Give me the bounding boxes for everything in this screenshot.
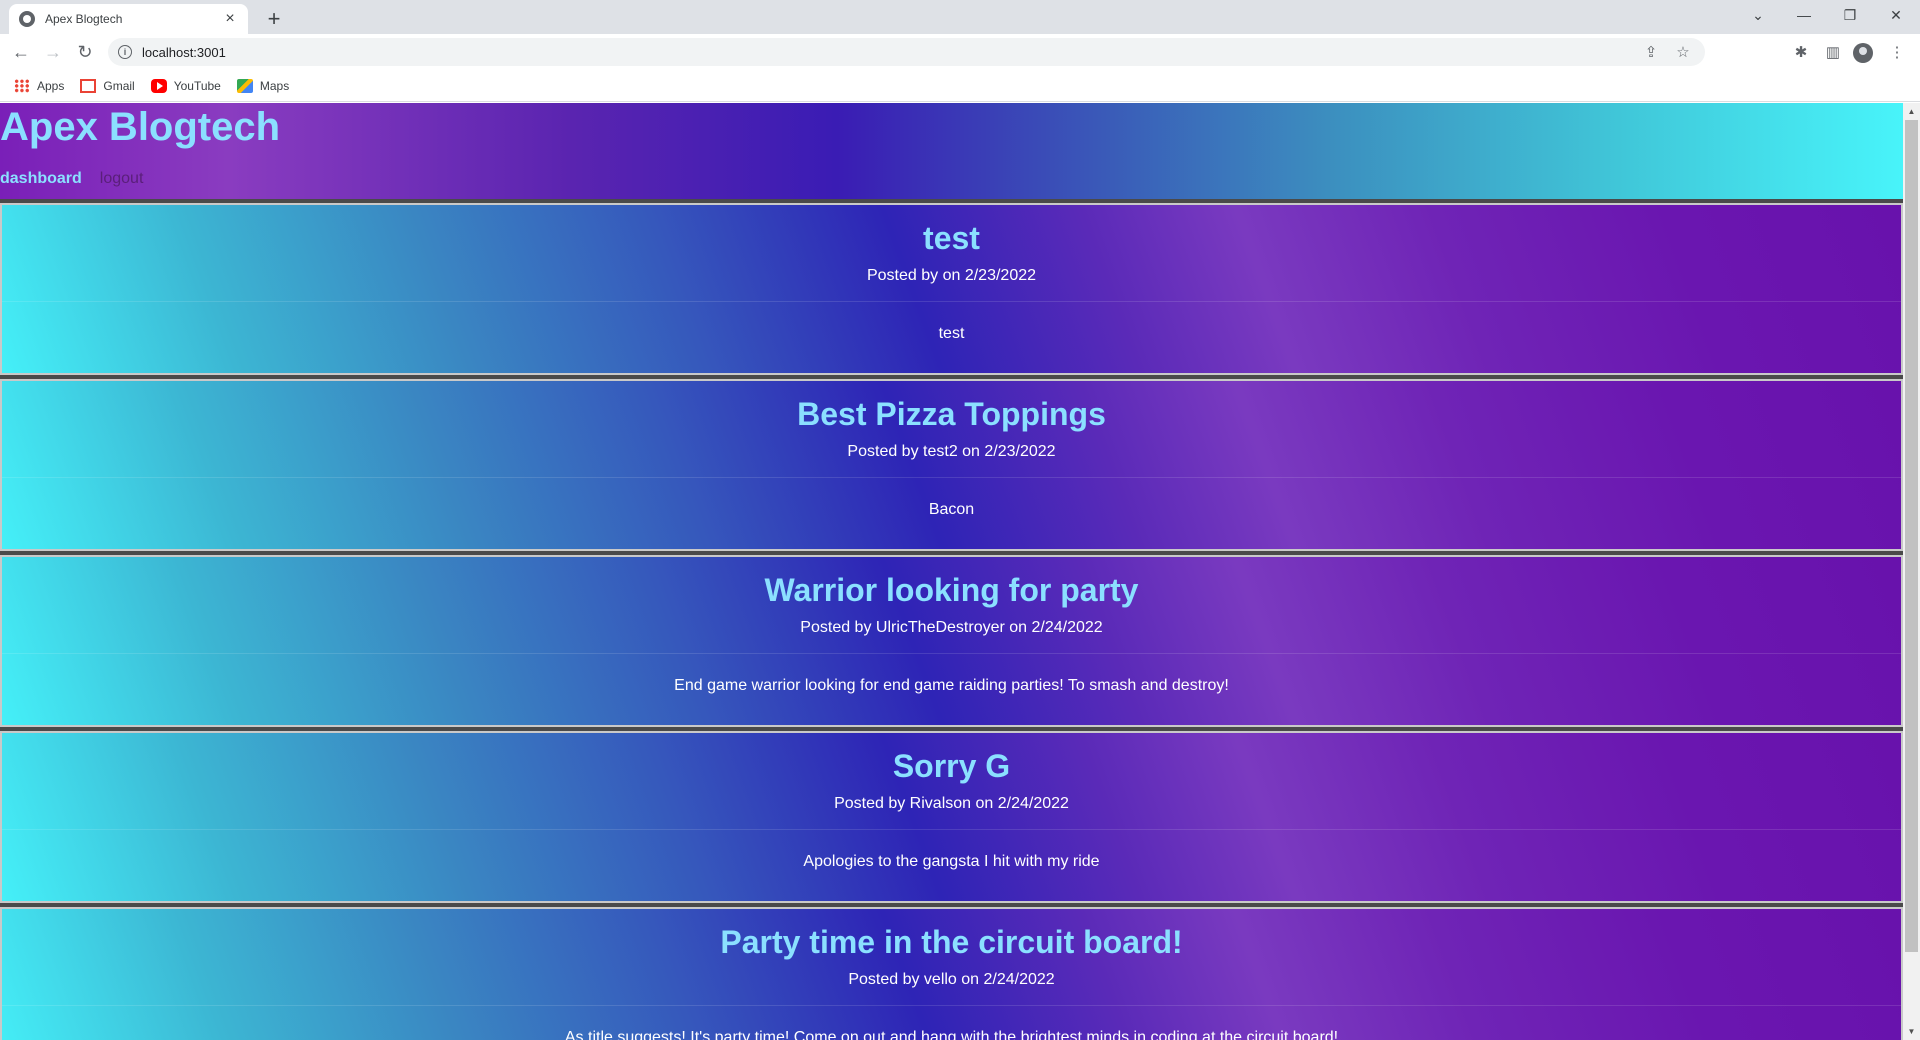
scroll-thumb[interactable]: [1905, 120, 1918, 952]
close-tab-icon[interactable]: ×: [222, 11, 238, 27]
post-title[interactable]: Party time in the circuit board!: [2, 923, 1901, 961]
share-icon[interactable]: ⇪: [1637, 38, 1665, 66]
bookmark-label: Apps: [37, 78, 65, 93]
dashboard-link[interactable]: dashboard: [0, 167, 82, 191]
bookmark-label: Maps: [259, 78, 290, 93]
scroll-up-arrow-icon[interactable]: ▲: [1903, 103, 1920, 120]
tab-title: Apex Blogtech: [45, 12, 123, 26]
page-viewport: Apex Blogtech dashboard logout test Post…: [0, 103, 1903, 1040]
post-meta: Posted by vello on 2/24/2022: [848, 971, 1055, 988]
post-header: test Posted by on 2/23/2022: [2, 205, 1901, 302]
post-card[interactable]: Best Pizza Toppings Posted by test2 on 2…: [0, 379, 1903, 551]
browser-toolbar: ← → ↻ i localhost:3001 ⇪ ☆ ✱ ▥ ⋮: [0, 34, 1920, 70]
extensions-icon[interactable]: ✱: [1787, 38, 1815, 66]
bookmark-youtube[interactable]: YouTube: [150, 78, 221, 93]
new-tab-button[interactable]: +: [260, 5, 288, 33]
youtube-icon: [150, 78, 167, 93]
back-icon[interactable]: ←: [7, 38, 35, 66]
site-nav: dashboard logout: [0, 167, 161, 191]
maps-icon: [236, 78, 253, 93]
tab-search-icon[interactable]: ⌄: [1738, 0, 1778, 30]
restore-icon[interactable]: ❐: [1830, 0, 1870, 30]
post-title[interactable]: test: [2, 219, 1901, 257]
post-title[interactable]: Sorry G: [2, 747, 1901, 785]
scroll-down-arrow-icon[interactable]: ▼: [1903, 1023, 1920, 1040]
bookmark-apps[interactable]: Apps: [14, 78, 65, 93]
post-meta: Posted by UlricTheDestroyer on 2/24/2022: [800, 619, 1103, 636]
post-meta: Posted by test2 on 2/23/2022: [847, 443, 1056, 460]
page-scrollbar[interactable]: ▲ ▼: [1903, 103, 1920, 1040]
bookmark-label: YouTube: [173, 78, 221, 93]
browser-tab[interactable]: Apex Blogtech ×: [9, 4, 248, 34]
post-meta: Posted by Rivalson on 2/24/2022: [834, 795, 1069, 812]
post-header: Party time in the circuit board! Posted …: [2, 909, 1901, 1006]
post-body: Bacon: [928, 501, 975, 518]
minimize-icon[interactable]: —: [1784, 0, 1824, 30]
bookmarks-bar: Apps Gmail YouTube Maps: [0, 70, 1920, 102]
apps-grid-icon: [14, 78, 30, 93]
profile-avatar-icon[interactable]: [1853, 43, 1873, 63]
forward-icon[interactable]: →: [39, 38, 67, 66]
gmail-icon: [80, 78, 97, 93]
side-panel-icon[interactable]: ▥: [1819, 38, 1847, 66]
post-card[interactable]: Sorry G Posted by Rivalson on 2/24/2022 …: [0, 731, 1903, 903]
post-title[interactable]: Warrior looking for party: [2, 571, 1901, 609]
post-body: test: [938, 325, 965, 342]
logout-link[interactable]: logout: [100, 167, 144, 191]
bookmark-label: Gmail: [103, 78, 135, 93]
bookmark-gmail[interactable]: Gmail: [80, 78, 135, 93]
site-info-icon[interactable]: i: [118, 45, 132, 59]
post-card[interactable]: test Posted by on 2/23/2022 test: [0, 203, 1903, 375]
bookmark-star-icon[interactable]: ☆: [1669, 38, 1697, 66]
post-body: End game warrior looking for end game ra…: [674, 677, 1229, 694]
post-title[interactable]: Best Pizza Toppings: [2, 395, 1901, 433]
reload-icon[interactable]: ↻: [71, 38, 99, 66]
site-title[interactable]: Apex Blogtech: [0, 103, 280, 151]
post-header: Warrior looking for party Posted by Ulri…: [2, 557, 1901, 654]
post-header: Best Pizza Toppings Posted by test2 on 2…: [2, 381, 1901, 478]
post-header: Sorry G Posted by Rivalson on 2/24/2022: [2, 733, 1901, 830]
address-bar[interactable]: i localhost:3001 ⇪ ☆: [108, 38, 1705, 66]
post-card[interactable]: Party time in the circuit board! Posted …: [0, 907, 1903, 1040]
post-card[interactable]: Warrior looking for party Posted by Ulri…: [0, 555, 1903, 727]
globe-icon: [19, 11, 35, 27]
url-text[interactable]: localhost:3001: [142, 45, 226, 60]
menu-kebab-icon[interactable]: ⋮: [1883, 38, 1911, 66]
bookmark-maps[interactable]: Maps: [236, 78, 290, 93]
site-header: Apex Blogtech dashboard logout: [0, 103, 1903, 199]
post-body: Apologies to the gangsta I hit with my r…: [803, 853, 1100, 870]
browser-tab-strip: Apex Blogtech × + ⌄ — ❐ ✕: [0, 0, 1920, 34]
post-body: As title suggests! It's party time! Come…: [564, 1029, 1339, 1040]
close-window-icon[interactable]: ✕: [1876, 0, 1916, 30]
post-meta: Posted by on 2/23/2022: [866, 267, 1037, 284]
